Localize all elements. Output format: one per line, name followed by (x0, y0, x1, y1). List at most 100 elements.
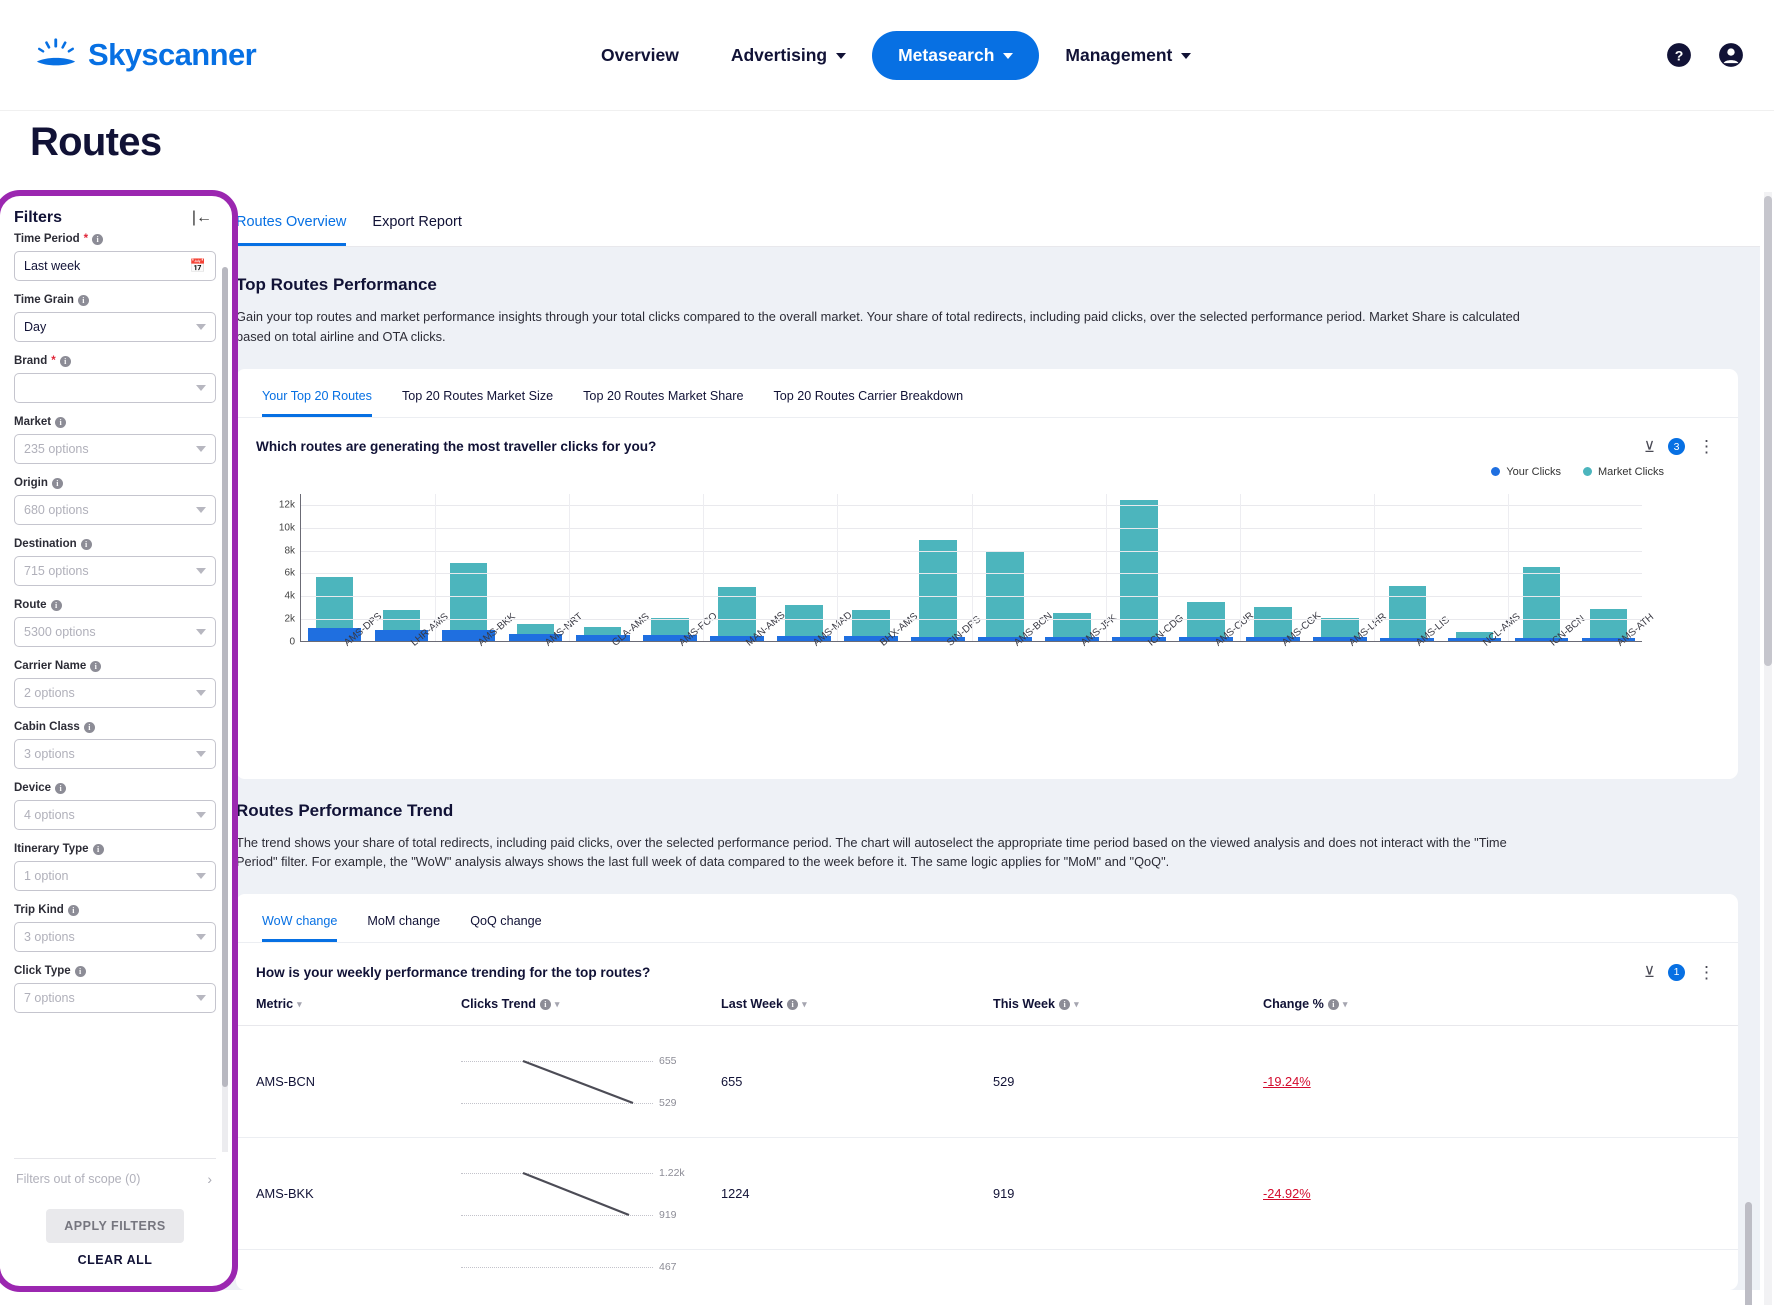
info-icon[interactable]: i (55, 416, 67, 428)
clear-all-button[interactable]: CLEAR ALL (78, 1253, 153, 1267)
info-icon[interactable]: i (55, 782, 67, 794)
filter-group-itinerary-type: Itinerary Type i 1 option (14, 843, 216, 891)
info-icon[interactable]: i (787, 998, 799, 1010)
legend-item-your-clicks[interactable]: Your Clicks (1491, 466, 1561, 478)
info-icon[interactable]: i (51, 477, 63, 489)
info-icon[interactable]: i (1327, 998, 1339, 1010)
chart-y-tick-label: 0 (289, 636, 295, 648)
cell-clicks-trend: 1.22k 919 (461, 1163, 721, 1225)
info-icon[interactable]: i (1059, 998, 1071, 1010)
info-icon[interactable]: i (67, 904, 79, 916)
trend-question-title: How is your weekly performance trending … (256, 964, 651, 980)
click-type-select[interactable]: 7 options (14, 983, 216, 1013)
column-label: Clicks Trend (461, 997, 536, 1012)
itinerary-type-select[interactable]: 1 option (14, 861, 216, 891)
brand-select[interactable] (14, 373, 216, 403)
filters-scrollbar-thumb[interactable] (222, 267, 228, 1087)
info-icon[interactable]: i (92, 233, 104, 245)
info-icon[interactable]: i (77, 294, 89, 306)
time-grain-select[interactable]: Day (14, 312, 216, 342)
sparkline: 1.22k 919 (461, 1163, 696, 1225)
destination-select[interactable]: 715 options (14, 556, 216, 586)
nav-item-advertising[interactable]: Advertising (705, 31, 872, 80)
carrier-name-select[interactable]: 2 options (14, 678, 216, 708)
help-circle-icon[interactable]: ? (1666, 42, 1692, 68)
trend-tab-label: QoQ change (470, 914, 542, 929)
column-header-clicks-trend[interactable]: Clicks Trend i ▾ (461, 997, 721, 1011)
trend-tab-wow[interactable]: WoW change (262, 914, 338, 943)
change-value[interactable]: -24.92% (1263, 1186, 1311, 1201)
brand-logo[interactable]: Skyscanner (36, 37, 257, 73)
origin-select[interactable]: 680 options (14, 495, 216, 525)
table-scrollbar-thumb[interactable] (1745, 1202, 1752, 1305)
cabin-class-select[interactable]: 3 options (14, 739, 216, 769)
chart-tab-market-size[interactable]: Top 20 Routes Market Size (402, 389, 553, 417)
info-icon[interactable]: i (74, 965, 86, 977)
time-period-value: Last week (24, 259, 81, 273)
chart-tab-your-top-20-routes[interactable]: Your Top 20 Routes (262, 389, 372, 417)
chevron-down-icon (196, 507, 206, 513)
tab-label: Export Report (372, 214, 462, 230)
filter-label: Time Grain i (14, 294, 216, 306)
collapse-left-icon[interactable]: |← (192, 210, 212, 226)
chart-bar-market-clicks[interactable] (919, 540, 957, 641)
trip-kind-select[interactable]: 3 options (14, 922, 216, 952)
change-value[interactable]: -19.24% (1263, 1074, 1311, 1089)
tab-export-report[interactable]: Export Report (372, 214, 461, 246)
info-icon[interactable]: i (59, 355, 71, 367)
cabin-class-value: 3 options (24, 747, 75, 761)
table-row[interactable]: AMS-BKK 1.22k 919 1224 919 -24.92% (236, 1138, 1738, 1251)
nav-item-metasearch[interactable]: Metasearch (872, 30, 1040, 80)
legend-item-market-clicks[interactable]: Market Clicks (1582, 466, 1664, 478)
table-row[interactable]: 467 (236, 1250, 1738, 1290)
chart-vertical-gridline (837, 493, 839, 641)
filter-group-trip-kind: Trip Kind i 3 options (14, 904, 216, 952)
filter-label-text: Itinerary Type (14, 843, 89, 855)
filters-out-of-scope-row[interactable]: Filters out of scope (0) › (14, 1158, 216, 1199)
info-icon[interactable]: i (539, 998, 551, 1010)
trend-tab-mom[interactable]: MoM change (367, 914, 440, 942)
kebab-menu-icon[interactable]: ⋮ (1698, 438, 1716, 455)
apply-filters-button[interactable]: APPLY FILTERS (46, 1209, 184, 1243)
info-icon[interactable]: i (90, 660, 102, 672)
funnel-icon[interactable]: ⊻ (1644, 438, 1655, 456)
column-header-change-pct[interactable]: Change % i ▾ (1263, 997, 1716, 1011)
sparkline: 655 529 (461, 1051, 696, 1113)
market-value: 235 options (24, 442, 89, 456)
device-select[interactable]: 4 options (14, 800, 216, 830)
chart-tab-market-share[interactable]: Top 20 Routes Market Share (583, 389, 743, 417)
filter-group-origin: Origin i 680 options (14, 477, 216, 525)
click-type-value: 7 options (24, 991, 75, 1005)
trend-tab-qoq[interactable]: QoQ change (470, 914, 541, 942)
chevron-down-icon (1003, 53, 1014, 59)
filters-scroll-area: Time Period * i Last week 📅 Time Grain i … (0, 233, 230, 1152)
calendar-icon: 📅 (189, 258, 206, 273)
table-row[interactable]: AMS-BCN 655 529 655 529 -19.24% (236, 1026, 1738, 1139)
chart-tab-carrier-breakdown[interactable]: Top 20 Routes Carrier Breakdown (773, 389, 963, 417)
funnel-icon[interactable]: ⊻ (1644, 963, 1655, 981)
info-icon[interactable]: i (80, 538, 92, 550)
tab-routes-overview[interactable]: Routes Overview (236, 214, 347, 246)
nav-item-overview[interactable]: Overview (575, 31, 705, 80)
chart-bar-market-clicks[interactable] (1388, 586, 1427, 641)
info-icon[interactable]: i (50, 599, 62, 611)
filter-label-text: Time Grain (14, 294, 74, 306)
route-select[interactable]: 5300 options (14, 617, 216, 647)
column-header-this-week[interactable]: This Week i ▾ (993, 997, 1263, 1011)
nav-item-management[interactable]: Management (1039, 31, 1217, 80)
info-icon[interactable]: i (83, 721, 95, 733)
account-circle-icon[interactable] (1718, 42, 1744, 68)
info-icon[interactable]: i (92, 843, 104, 855)
chart-bar-market-clicks[interactable] (449, 563, 488, 641)
chart-bar-market-clicks[interactable] (1522, 566, 1561, 641)
column-header-metric[interactable]: Metric ▾ (256, 997, 461, 1011)
chevron-right-icon: › (207, 1171, 212, 1187)
chart-question-header: Which routes are generating the most tra… (236, 418, 1738, 456)
chevron-down-icon (196, 690, 206, 696)
market-select[interactable]: 235 options (14, 434, 216, 464)
column-header-last-week[interactable]: Last Week i ▾ (721, 997, 993, 1011)
time-period-input[interactable]: Last week 📅 (14, 251, 216, 281)
page-scrollbar-thumb[interactable] (1764, 196, 1772, 666)
kebab-menu-icon[interactable]: ⋮ (1698, 964, 1716, 981)
sort-icon: ▾ (554, 998, 560, 1009)
